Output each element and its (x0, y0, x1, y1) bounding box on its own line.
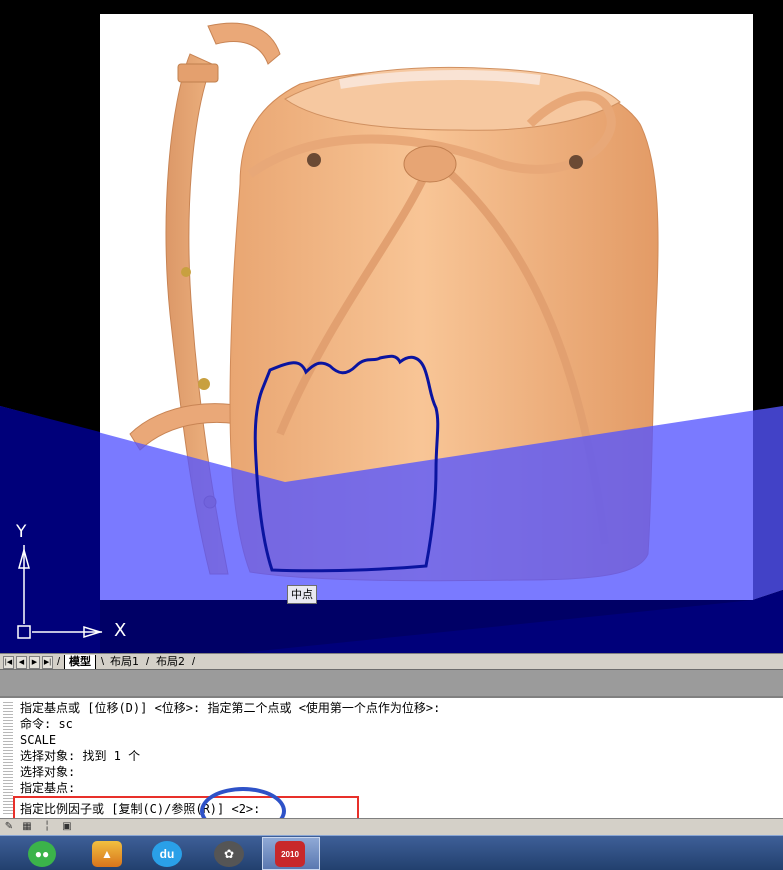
lock-icon[interactable]: ▣ (60, 820, 74, 834)
wechat-icon[interactable]: ●● (28, 841, 56, 867)
history-line: SCALE (20, 733, 57, 747)
history-line: 选择对象: (20, 765, 76, 779)
first-tab-icon[interactable]: |◀ (3, 656, 14, 669)
tab-divider: \ (101, 656, 105, 668)
taskbar: ●● ▲ du ✿ 2010 (0, 835, 783, 870)
bag-image (100, 14, 753, 600)
tab-layout1[interactable]: 布局1 (106, 655, 143, 669)
bag-photo (129, 22, 659, 582)
command-history: 指定基点或 [位移(D)] <位移>: 指定第二个点或 <使用第一个点作为位移>… (20, 700, 440, 796)
tab-divider: / (192, 656, 196, 668)
status-bar: ✎ ▦ ╎ ▣ (0, 818, 783, 836)
history-line: 选择对象: 找到 1 个 (20, 749, 141, 763)
baidu-icon[interactable]: du (152, 841, 182, 867)
ortho-icon[interactable]: ╎ (40, 820, 54, 834)
last-tab-icon[interactable]: ▶| (42, 656, 53, 669)
next-tab-icon[interactable]: ▶ (29, 656, 40, 669)
command-line-grip[interactable] (3, 702, 13, 816)
layout-tab-bar: |◀ ◀ ▶ ▶| / 模型 \ 布局1 / 布局2 / (0, 653, 783, 670)
grid-icon[interactable]: ▦ (20, 820, 34, 834)
ucs-y-label: Y (16, 522, 27, 542)
tab-model[interactable]: 模型 (64, 655, 96, 669)
taskbar-active-item[interactable]: 2010 (262, 837, 320, 870)
app-icon[interactable]: ▲ (92, 841, 122, 867)
autocad-icon[interactable]: 2010 (275, 841, 305, 867)
history-line: 指定基点或 [位移(D)] <位移>: 指定第二个点或 <使用第一个点作为位移>… (20, 701, 441, 715)
history-line: 命令: sc (20, 717, 73, 731)
pen-icon[interactable]: ✎ (2, 820, 16, 834)
prev-tab-icon[interactable]: ◀ (16, 656, 27, 669)
tab-layout2[interactable]: 布局2 (152, 655, 189, 669)
window-gap (0, 669, 783, 697)
tab-divider: / (146, 656, 150, 668)
ucs-x-label: X (114, 620, 127, 641)
autocad-version: 2010 (281, 849, 299, 859)
media-player-icon[interactable]: ✿ (214, 841, 244, 867)
drawing-viewport[interactable]: Y X 中点 (0, 0, 783, 653)
tab-divider: / (57, 656, 61, 668)
osnap-midpoint-tooltip: 中点 (287, 585, 317, 604)
ucs-icon (17, 545, 103, 639)
